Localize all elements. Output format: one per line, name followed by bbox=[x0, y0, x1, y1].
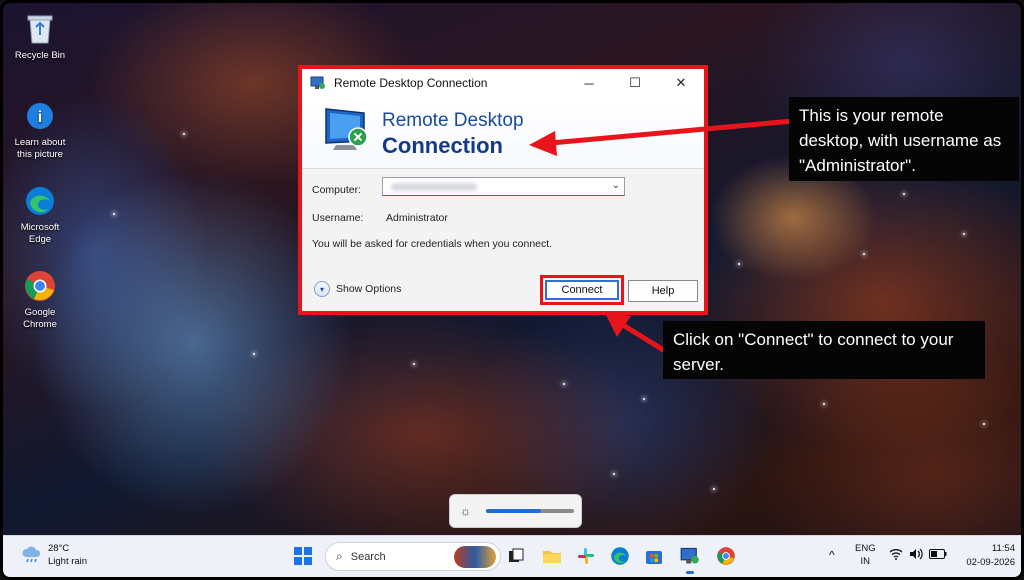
weather-temp: 28°C bbox=[48, 543, 70, 554]
credentials-note: You will be asked for credentials when y… bbox=[312, 238, 553, 250]
brightness-slider[interactable] bbox=[486, 509, 574, 513]
task-view-icon bbox=[509, 548, 524, 562]
active-indicator bbox=[686, 571, 694, 574]
language-indicator[interactable]: ENG IN bbox=[855, 542, 876, 568]
show-options-label: Show Options bbox=[336, 283, 402, 295]
sun-icon: ☼ bbox=[460, 504, 471, 518]
chrome-taskbar-button[interactable] bbox=[713, 543, 739, 569]
remote-desktop-icon bbox=[310, 76, 325, 89]
username-label: Username: bbox=[312, 212, 364, 224]
window-banner: Remote Desktop Connection bbox=[302, 97, 704, 169]
edge-taskbar-button[interactable] bbox=[607, 543, 633, 569]
connect-highlight: Connect bbox=[540, 275, 624, 305]
clock-time: 11:54 bbox=[991, 543, 1015, 554]
callout-connect: Click on "Connect" to connect to your se… bbox=[663, 321, 985, 379]
language-line-1: ENG bbox=[855, 543, 876, 554]
chrome-icon bbox=[717, 547, 735, 565]
search-placeholder: Search bbox=[350, 550, 386, 563]
minimize-icon[interactable]: ─ bbox=[566, 69, 612, 97]
file-explorer-icon bbox=[543, 551, 561, 563]
chevron-down-icon[interactable]: ⌄ bbox=[612, 180, 620, 191]
close-icon[interactable]: ✕ bbox=[658, 69, 704, 97]
file-explorer-button[interactable] bbox=[539, 543, 565, 569]
computer-combobox[interactable]: ⌄ bbox=[382, 177, 625, 196]
edge-icon bbox=[611, 547, 629, 565]
task-view-button[interactable] bbox=[503, 543, 529, 569]
desktop-icon-learn-about-picture[interactable]: i Learn about this picture bbox=[9, 98, 71, 161]
username-value: Administrator bbox=[386, 212, 448, 224]
desktop-icon-chrome[interactable]: Google Chrome bbox=[9, 268, 71, 331]
computer-label: Computer: bbox=[312, 184, 362, 196]
microsoft-store-icon bbox=[646, 551, 662, 564]
banner-line-1: Remote Desktop bbox=[382, 110, 524, 131]
banner-line-2: Connection bbox=[382, 133, 503, 158]
battery-icon bbox=[929, 549, 947, 559]
taskbar-search[interactable]: ⌕ Search bbox=[325, 542, 501, 571]
weather-desc: Light rain bbox=[48, 556, 88, 567]
expand-chevron-icon: ▾ bbox=[314, 281, 330, 297]
chevron-up-icon[interactable]: ^ bbox=[829, 548, 835, 562]
desktop-icon-recycle-bin[interactable]: Recycle Bin bbox=[9, 11, 71, 62]
chrome-icon bbox=[22, 268, 58, 304]
start-button[interactable] bbox=[290, 543, 316, 569]
svg-text:i: i bbox=[38, 109, 42, 126]
rain-cloud-icon bbox=[22, 546, 41, 563]
screen-frame: Recycle Bin i Learn about this picture M… bbox=[0, 0, 1024, 580]
clock-date: 02-09-2026 bbox=[966, 557, 1015, 568]
recycle-bin-icon bbox=[22, 11, 58, 47]
search-highlight-badge bbox=[454, 546, 496, 568]
brightness-slider-fill bbox=[486, 509, 541, 513]
help-button[interactable]: Help bbox=[628, 280, 698, 302]
monitor-icon bbox=[325, 108, 368, 150]
remote-desktop-icon bbox=[680, 547, 699, 564]
language-line-2: IN bbox=[860, 556, 871, 567]
remote-desktop-window: Remote Desktop Connection ─ ☐ ✕ Remote D… bbox=[298, 65, 708, 315]
weather-widget[interactable]: 28°C Light rain bbox=[21, 542, 87, 568]
slack-icon bbox=[578, 548, 594, 564]
desktop-icon-label: Microsoft Edge bbox=[20, 222, 60, 245]
desktop-icon-label: Google Chrome bbox=[23, 307, 57, 330]
connection-form: Computer: ⌄ Username: Administrator You … bbox=[302, 169, 704, 311]
callout-remote-desktop: This is your remote desktop, with userna… bbox=[789, 97, 1019, 181]
taskbar-clock[interactable]: 11:54 02-09-2026 bbox=[966, 542, 1015, 570]
taskbar: 28°C Light rain ⌕ Search ^ ENG IN 11:54 … bbox=[3, 535, 1021, 577]
desktop-icon-label: Recycle Bin bbox=[14, 50, 66, 61]
remote-desktop-taskbar-button[interactable] bbox=[677, 543, 703, 574]
edge-icon bbox=[22, 183, 58, 219]
slack-button[interactable] bbox=[573, 543, 599, 569]
start-icon bbox=[294, 547, 312, 565]
search-icon: ⌕ bbox=[336, 549, 343, 563]
desktop-icon-label: Learn about this picture bbox=[14, 137, 66, 160]
window-titlebar[interactable]: Remote Desktop Connection ─ ☐ ✕ bbox=[302, 69, 704, 97]
volume-icon bbox=[910, 548, 923, 560]
wifi-icon bbox=[889, 549, 903, 560]
brightness-flyout: ☼ bbox=[449, 494, 582, 528]
system-tray-icons[interactable] bbox=[889, 548, 947, 560]
store-button[interactable] bbox=[641, 543, 667, 569]
window-title: Remote Desktop Connection bbox=[334, 76, 488, 90]
maximize-icon[interactable]: ☐ bbox=[612, 69, 658, 97]
show-options-toggle[interactable]: ▾ Show Options bbox=[314, 281, 401, 297]
learn-about-picture-icon: i bbox=[22, 98, 58, 134]
connect-button[interactable]: Connect bbox=[545, 280, 619, 300]
computer-value-redacted bbox=[391, 183, 477, 191]
desktop-icon-edge[interactable]: Microsoft Edge bbox=[9, 183, 71, 246]
